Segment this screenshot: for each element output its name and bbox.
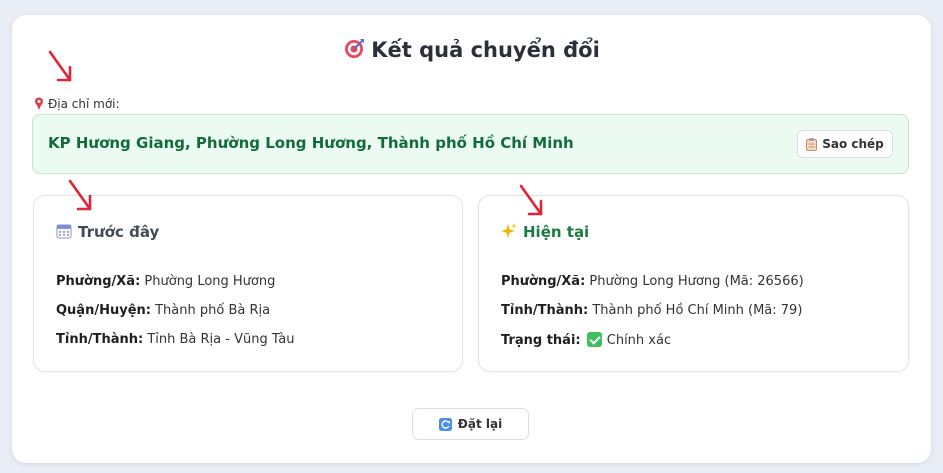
- new-address-box: KP Hương Giang, Phường Long Hương, Thành…: [32, 114, 909, 174]
- current-province-row: Tỉnh/Thành: Thành phố Hồ Chí Minh (Mã: 7…: [501, 303, 803, 318]
- copy-button[interactable]: Sao chép: [797, 130, 893, 158]
- current-title: Hiện tại: [501, 223, 589, 241]
- reset-button[interactable]: Đặt lại: [412, 408, 529, 440]
- annotation-arrow-2: [68, 179, 92, 211]
- refresh-icon: [438, 417, 452, 431]
- current-status-row: Trạng thái: Chính xác: [501, 332, 672, 348]
- current-ward-row: Phường/Xã: Phường Long Hương (Mã: 26566): [501, 274, 804, 289]
- page-title: Kết quả chuyển đổi: [0, 38, 943, 62]
- checkmark-icon: [586, 332, 602, 347]
- before-title: Trước đây: [56, 223, 159, 241]
- target-icon: [345, 39, 365, 58]
- new-address-value: KP Hương Giang, Phường Long Hương, Thành…: [48, 134, 574, 152]
- pin-icon: [35, 97, 43, 110]
- before-province-row: Tỉnh/Thành: Tỉnh Bà Rịa - Vũng Tàu: [56, 332, 295, 347]
- sparkles-icon: [501, 223, 517, 238]
- calendar-icon: [56, 224, 72, 239]
- before-ward-row: Phường/Xã: Phường Long Hương: [56, 274, 276, 289]
- new-address-label: Địa chỉ mới:: [34, 97, 120, 111]
- annotation-arrow-1: [48, 50, 72, 82]
- before-panel: Trước đây Phường/Xã: Phường Long Hương Q…: [33, 195, 463, 372]
- annotation-arrow-3: [519, 184, 543, 216]
- before-district-row: Quận/Huyện: Thành phố Bà Rịa: [56, 303, 271, 318]
- clipboard-icon: [806, 137, 818, 151]
